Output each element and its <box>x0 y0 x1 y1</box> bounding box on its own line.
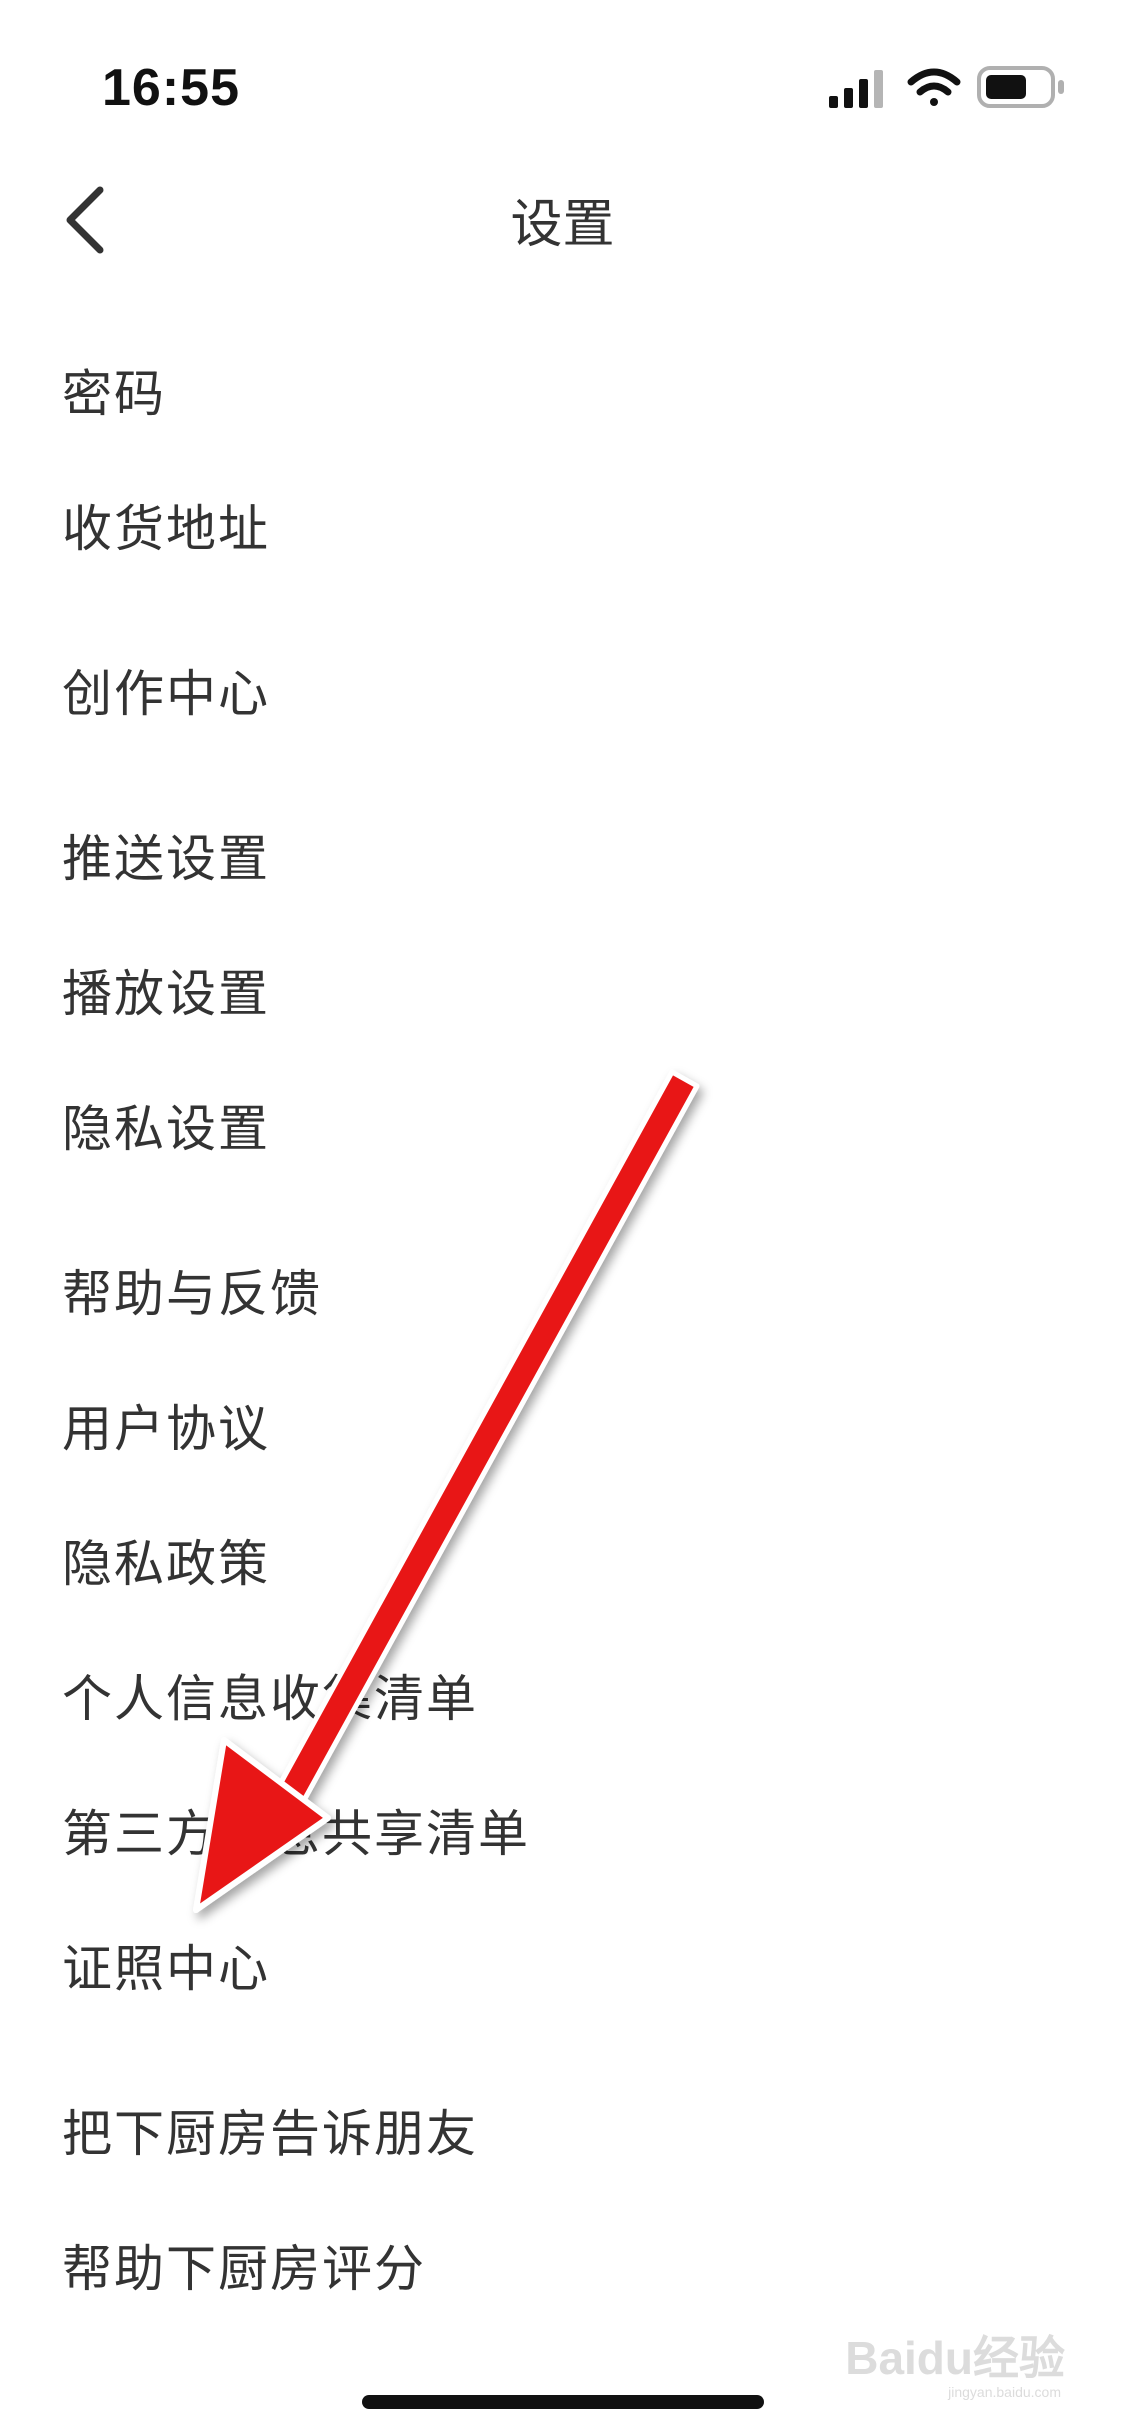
watermark-logo: Baidu经验 <box>845 2332 1065 2384</box>
menu-item-third-party-sharing-list[interactable]: 第三方信息共享清单 <box>62 1770 1065 1890</box>
menu-item-license-center[interactable]: 证照中心 <box>62 1905 1065 2025</box>
menu-item-creator-center[interactable]: 创作中心 <box>62 630 1065 750</box>
menu-item-privacy-policy[interactable]: 隐私政策 <box>62 1500 1065 1620</box>
page-title: 设置 <box>510 195 615 255</box>
battery-icon <box>977 66 1064 108</box>
watermark: Baidu经验 jingyan.baidu.com <box>845 2322 1065 2400</box>
menu-item-playback-settings[interactable]: 播放设置 <box>62 930 1065 1050</box>
cellular-signal-icon <box>829 70 883 108</box>
menu-item-privacy-settings[interactable]: 隐私设置 <box>62 1065 1065 1185</box>
menu-item-user-agreement[interactable]: 用户协议 <box>62 1365 1065 1485</box>
status-time: 16:55 <box>102 59 240 117</box>
menu-item-password[interactable]: 密码 <box>62 330 1065 450</box>
menu-item-share-with-friends[interactable]: 把下厨房告诉朋友 <box>62 2070 1065 2190</box>
menu-item-personal-info-list[interactable]: 个人信息收集清单 <box>62 1635 1065 1755</box>
wifi-icon <box>907 68 961 106</box>
menu-item-push-settings[interactable]: 推送设置 <box>62 795 1065 915</box>
menu-item-shipping-address[interactable]: 收货地址 <box>62 465 1065 585</box>
watermark-url: jingyan.baidu.com <box>948 2384 1061 2400</box>
home-indicator[interactable] <box>362 2395 764 2409</box>
menu-item-help-feedback[interactable]: 帮助与反馈 <box>62 1230 1065 1350</box>
status-icons <box>829 66 1064 108</box>
menu-item-rate-app[interactable]: 帮助下厨房评分 <box>62 2205 1065 2325</box>
